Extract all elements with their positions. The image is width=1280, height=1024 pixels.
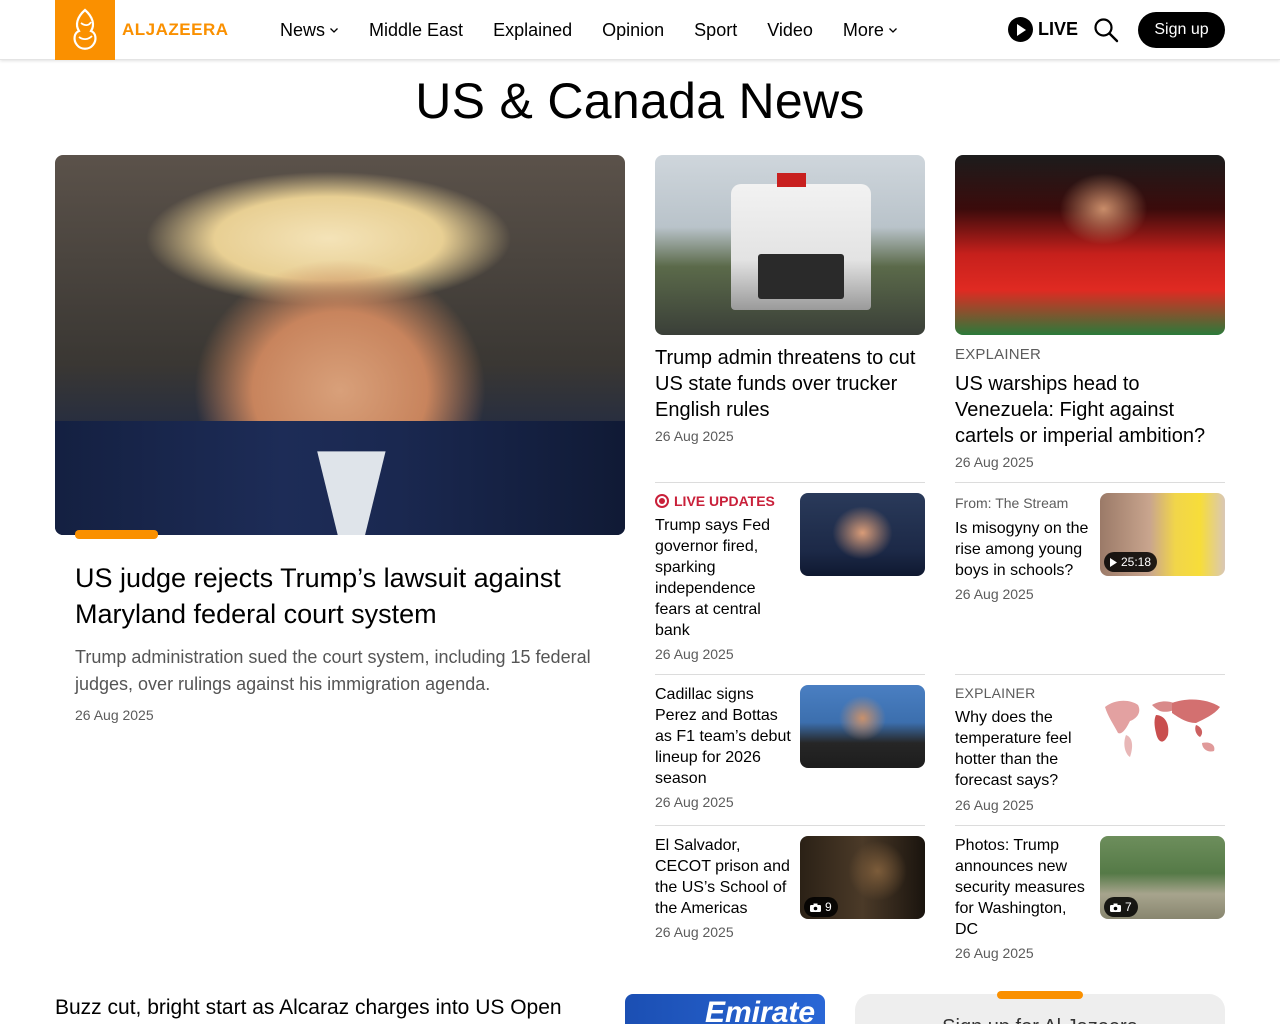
photo-count-badge: 7: [1104, 897, 1138, 917]
video-duration: 25:18: [1121, 555, 1152, 569]
live-indicator-icon: [655, 494, 669, 508]
truckers-date: 26 Aug 2025: [655, 428, 734, 444]
temperature-headline-link[interactable]: Why does the temperature feel hotter tha…: [955, 707, 1093, 791]
fed-headline-link[interactable]: Trump says Fed governor fired, sparking …: [655, 515, 793, 641]
venezuela-label: EXPLAINER: [955, 346, 1041, 363]
nav-item-label: More: [842, 19, 884, 40]
search-icon[interactable]: [1093, 17, 1119, 43]
newsletter-heading: Sign up for Al Jazeera: [855, 1016, 1225, 1024]
logo-emblem-icon: [55, 0, 115, 60]
nav-item-explained[interactable]: Explained: [493, 20, 572, 41]
nav-item-label: Video: [767, 19, 813, 40]
sponsor-banner-text: Emirate: [705, 996, 816, 1024]
alcaraz-headline-link[interactable]: Buzz cut, bright start as Alcaraz charge…: [55, 995, 615, 1024]
nav-item-label: Sport: [694, 19, 738, 40]
truck-brand-mark: [776, 173, 807, 188]
live-label: LIVE: [1038, 19, 1079, 39]
dc-thumbnail[interactable]: 7: [1100, 836, 1225, 919]
truckers-image[interactable]: [655, 155, 925, 335]
live-button[interactable]: LIVE: [1008, 17, 1078, 42]
hero-image[interactable]: [55, 155, 625, 535]
cecot-date: 26 Aug 2025: [655, 924, 734, 940]
venezuela-image[interactable]: [955, 155, 1225, 335]
nav-item-label: Explained: [493, 19, 573, 40]
site-logo[interactable]: ALJAZEERA: [55, 0, 229, 60]
nav-item-label: Opinion: [602, 19, 665, 40]
fed-thumbnail[interactable]: [800, 493, 925, 576]
dc-headline-link[interactable]: Photos: Trump announces new security mea…: [955, 835, 1093, 940]
play-icon: [1110, 557, 1117, 567]
stream-source: From: The Stream: [955, 495, 1069, 511]
main-nav: News Middle East Explained Opinion Sport…: [280, 0, 928, 60]
divider: [955, 482, 1225, 483]
logo-wordmark: ALJAZEERA: [122, 20, 229, 39]
temperature-map-thumbnail[interactable]: [1100, 685, 1225, 768]
photo-count: 9: [825, 900, 832, 914]
hero-date: 26 Aug 2025: [75, 707, 154, 723]
nav-item-news[interactable]: News: [280, 20, 339, 41]
nav-item-more[interactable]: More: [843, 20, 898, 41]
photo-count: 7: [1125, 900, 1132, 914]
temperature-label: EXPLAINER: [955, 685, 1036, 701]
stream-headline-link[interactable]: Is misogyny on the rise among young boys…: [955, 518, 1093, 581]
live-updates-tag: LIVE UPDATES: [655, 493, 775, 509]
cadillac-date: 26 Aug 2025: [655, 794, 734, 810]
stream-thumbnail[interactable]: 25:18: [1100, 493, 1225, 576]
stream-date: 26 Aug 2025: [955, 586, 1034, 602]
truck-grill: [757, 254, 844, 299]
world-heat-map: [1105, 699, 1220, 757]
video-duration-badge: 25:18: [1104, 552, 1158, 572]
nav-item-label: News: [280, 19, 326, 40]
divider: [655, 674, 925, 675]
alcaraz-image[interactable]: Emirate: [625, 994, 825, 1024]
hero-description: Trump administration sued the court syst…: [75, 647, 591, 694]
hero-accent-bar: [75, 530, 158, 539]
chevron-down-icon: [330, 28, 338, 33]
camera-icon: [1110, 903, 1121, 912]
nav-item-sport[interactable]: Sport: [694, 20, 737, 41]
nav-item-label: Middle East: [369, 19, 464, 40]
photo-count-badge: 9: [804, 897, 838, 917]
chevron-down-icon: [888, 28, 897, 33]
play-icon: [1008, 17, 1033, 42]
cadillac-headline-link[interactable]: Cadillac signs Perez and Bottas as F1 te…: [655, 684, 793, 789]
camera-icon: [810, 903, 821, 912]
venezuela-date: 26 Aug 2025: [955, 454, 1034, 470]
fed-date: 26 Aug 2025: [655, 646, 734, 662]
nav-item-middle-east[interactable]: Middle East: [369, 20, 463, 41]
divider: [655, 482, 925, 483]
cecot-headline-link[interactable]: El Salvador, CECOT prison and the US’s S…: [655, 835, 795, 919]
dc-date: 26 Aug 2025: [955, 945, 1034, 961]
newsletter-accent-bar: [997, 991, 1083, 999]
hero-headline-link[interactable]: US judge rejects Trump’s lawsuit against…: [75, 560, 605, 632]
sign-up-button[interactable]: Sign up: [1138, 12, 1225, 48]
nav-item-opinion[interactable]: Opinion: [602, 20, 664, 41]
live-updates-label: LIVE UPDATES: [674, 493, 775, 509]
venezuela-headline-link[interactable]: US warships head to Venezuela: Fight aga…: [955, 371, 1225, 449]
nav-item-video[interactable]: Video: [767, 20, 813, 41]
divider: [655, 825, 925, 826]
cadillac-thumbnail[interactable]: [800, 685, 925, 768]
divider: [955, 674, 1225, 675]
divider: [955, 825, 1225, 826]
truckers-headline-link[interactable]: Trump admin threatens to cut US state fu…: [655, 345, 925, 423]
temperature-date: 26 Aug 2025: [955, 797, 1034, 813]
cecot-thumbnail[interactable]: 9: [800, 836, 925, 919]
page-title: US & Canada News: [415, 73, 865, 129]
site-header: ALJAZEERA News Middle East Explained Opi…: [0, 0, 1280, 60]
